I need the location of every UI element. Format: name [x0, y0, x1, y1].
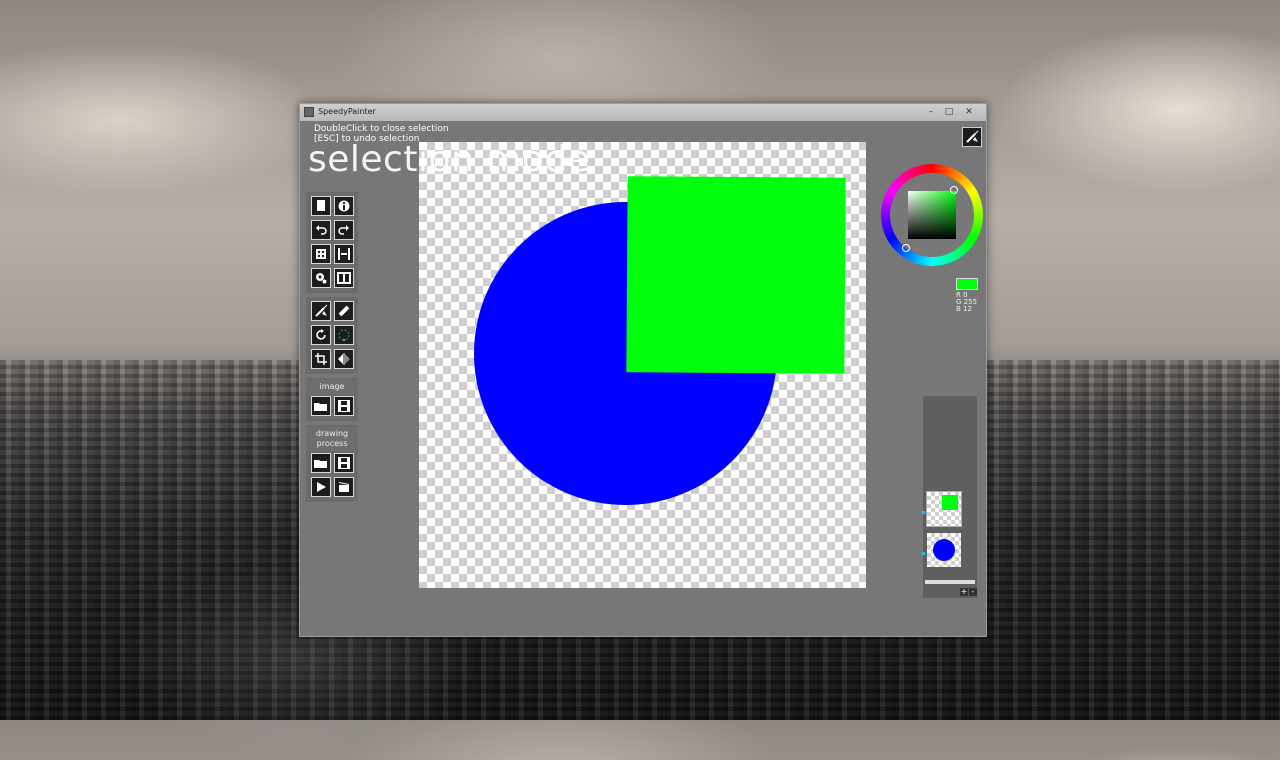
folder-open-icon[interactable] [310, 396, 331, 416]
layer-thumb-circle [933, 539, 955, 561]
presentation-icon[interactable] [333, 268, 354, 288]
settings-icon[interactable] [310, 268, 331, 288]
saturation-value-picker[interactable] [908, 191, 956, 239]
new-document-icon[interactable] [310, 196, 331, 216]
close-button[interactable]: ✕ [960, 106, 978, 118]
layer-thumb-square [942, 495, 958, 510]
info-icon[interactable] [333, 196, 354, 216]
layers-panel: + - [922, 396, 977, 598]
left-toolbar: image drawing process [306, 192, 358, 506]
drawing-process-label-line-2: process [316, 439, 348, 448]
layer-opacity-slider[interactable] [925, 580, 975, 584]
current-color-swatch[interactable] [956, 278, 978, 290]
layer-active-marker [922, 511, 925, 514]
layer-thumbnail-green-square[interactable] [926, 491, 962, 527]
layer-thumbnail-blue-circle[interactable] [927, 533, 961, 567]
play-icon[interactable] [310, 477, 331, 497]
lasso-icon[interactable] [333, 325, 354, 345]
color-wheel[interactable] [881, 164, 983, 266]
save-icon[interactable] [333, 396, 354, 416]
green-square-shape[interactable] [626, 176, 846, 374]
app-window: SpeedyPainter – □ ✕ DoubleClick to close… [299, 103, 987, 637]
drawing-process-label-line-1: drawing [315, 429, 349, 438]
random-icon[interactable] [310, 244, 331, 264]
rgb-readout: R 0 G 255 B 12 [956, 292, 977, 313]
hue-ring-handle[interactable] [902, 244, 910, 252]
b-value: 12 [963, 305, 972, 313]
mirror-icon[interactable] [333, 244, 354, 264]
title-bar[interactable]: SpeedyPainter – □ ✕ [300, 104, 986, 121]
mode-overlay-label: selection mode [308, 139, 591, 180]
add-layer-button[interactable]: + [960, 588, 968, 596]
toolbar-group-drawing-process: drawing process [306, 425, 358, 502]
image-group-label: image [306, 380, 358, 394]
brush-settings-icon[interactable] [962, 127, 982, 147]
eraser-icon[interactable] [333, 301, 354, 321]
remove-layer-button[interactable]: - [969, 588, 977, 596]
hint-close-selection: DoubleClick to close selection [314, 124, 449, 134]
minimize-button[interactable]: – [922, 106, 940, 118]
brush-icon[interactable] [310, 301, 331, 321]
toolbar-group-tools [306, 297, 358, 374]
drawing-canvas[interactable] [419, 142, 866, 588]
folder-open-icon[interactable] [310, 453, 331, 473]
app-icon [304, 107, 314, 117]
b-label: B [956, 305, 961, 313]
toolbar-group-image: image [306, 378, 358, 421]
toolbar-group-general [306, 192, 358, 293]
drawing-process-group-label: drawing process [306, 427, 358, 451]
undo-icon[interactable] [310, 220, 331, 240]
maximize-button[interactable]: □ [940, 106, 958, 118]
redo-icon[interactable] [333, 220, 354, 240]
sv-picker-handle[interactable] [950, 186, 958, 194]
layer-visible-marker [922, 552, 925, 555]
clapperboard-icon[interactable] [333, 477, 354, 497]
window-title: SpeedyPainter [318, 107, 376, 116]
flip-icon[interactable] [333, 349, 354, 369]
crop-icon[interactable] [310, 349, 331, 369]
rotate-icon[interactable] [310, 325, 331, 345]
save-icon[interactable] [333, 453, 354, 473]
